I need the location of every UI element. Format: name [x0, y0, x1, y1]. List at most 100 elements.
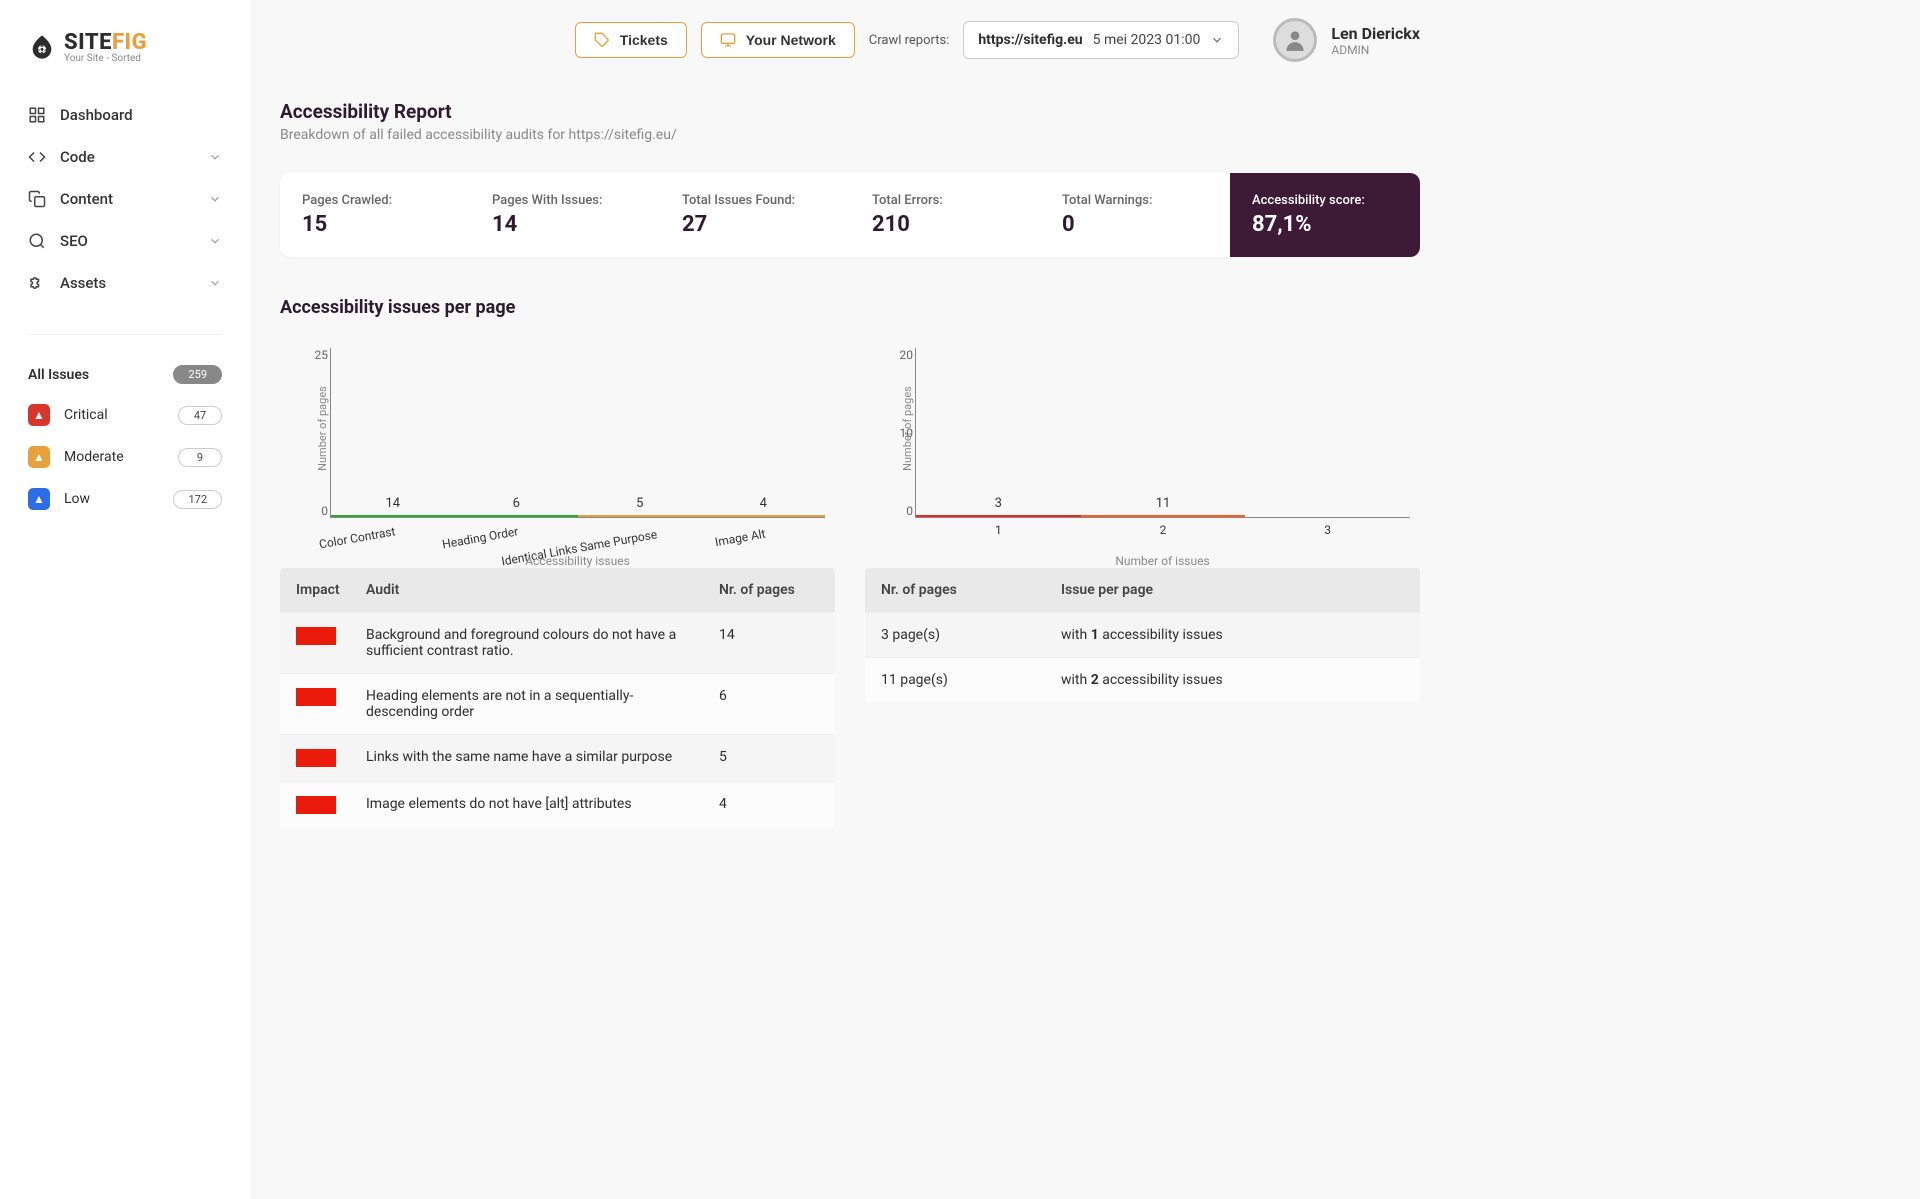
table-row[interactable]: Background and foreground colours do not…	[280, 612, 835, 673]
triangle-alert-icon: ▲	[28, 446, 50, 468]
logo-text-fig: FIG	[112, 30, 147, 55]
issues-critical-count: 47	[178, 406, 222, 425]
bar-value: 4	[760, 496, 767, 511]
table-row[interactable]: Heading elements are not in a sequential…	[280, 673, 835, 734]
crawl-reports-label: Crawl reports:	[869, 33, 950, 48]
puzzle-icon	[28, 274, 46, 292]
separator	[28, 334, 222, 335]
chart-area: 14Color Contrast 6Heading Order 5Identic…	[330, 348, 825, 518]
main: Tickets Your Network Crawl reports: http…	[250, 0, 1450, 1199]
bar-category: Image Alt	[713, 527, 766, 550]
nav-assets[interactable]: Assets	[0, 262, 250, 304]
stat-pages-with-issues: Pages With Issues: 14	[470, 173, 660, 257]
chevron-down-icon	[208, 234, 222, 248]
table-row[interactable]: Image elements do not have [alt] attribu…	[280, 781, 835, 828]
issues-all-count: 259	[173, 365, 222, 384]
chart-bar	[702, 515, 826, 517]
chevron-down-icon	[208, 192, 222, 206]
avatar	[1273, 18, 1317, 62]
chevron-down-icon	[208, 150, 222, 164]
issues-critical[interactable]: ▲ Critical 47	[20, 394, 230, 436]
stat-value: 210	[872, 212, 1018, 237]
chart-bar	[455, 515, 579, 517]
issues-all[interactable]: All Issues 259	[20, 355, 230, 394]
td-issue: with 2 accessibility issues	[1061, 672, 1404, 688]
chart-x-label: Accessibility issues	[330, 554, 825, 568]
nav-content[interactable]: Content	[0, 178, 250, 220]
stat-accessibility-score: Accessibility score: 87,1%	[1230, 173, 1420, 257]
th-pages: Nr. of pages	[881, 582, 1061, 598]
bar-value: 3	[995, 496, 1002, 511]
chart-bar	[331, 515, 455, 517]
td-pages: 6	[719, 688, 819, 704]
impact-indicator	[296, 688, 336, 706]
user-icon	[1282, 27, 1308, 53]
table-row[interactable]: 11 page(s) with 2 accessibility issues	[865, 657, 1420, 702]
bar-category: 1	[995, 523, 1002, 537]
stat-value: 15	[302, 212, 448, 237]
tickets-button[interactable]: Tickets	[575, 22, 687, 58]
stat-value: 14	[492, 212, 638, 237]
bar-category: Color Contrast	[318, 524, 396, 551]
logo[interactable]: SITEFIG Your Site - Sorted	[0, 20, 250, 84]
network-button[interactable]: Your Network	[701, 22, 855, 58]
chart-tick: 0	[304, 504, 328, 518]
bar-value: 5	[636, 496, 643, 511]
issues-moderate[interactable]: ▲ Moderate 9	[20, 436, 230, 478]
bar-value: 6	[513, 496, 520, 511]
chart-bar	[578, 515, 702, 517]
tag-icon	[594, 32, 610, 48]
impact-indicator	[296, 796, 336, 814]
issues-moderate-label: Moderate	[64, 449, 178, 465]
crawl-report-select[interactable]: https://sitefig.eu 5 mei 2023 01:00	[963, 21, 1239, 59]
table-row[interactable]: Links with the same name have a similar …	[280, 734, 835, 781]
td-audit: Image elements do not have [alt] attribu…	[366, 796, 719, 812]
td-pages: 4	[719, 796, 819, 812]
td-pages: 14	[719, 627, 819, 643]
issues-all-label: All Issues	[28, 367, 173, 383]
user-menu[interactable]: Len Dierickx ADMIN	[1273, 18, 1420, 62]
chart-bar	[916, 515, 1081, 517]
stat-label: Total Warnings:	[1062, 193, 1208, 208]
bar-category: 3	[1324, 523, 1331, 537]
bar-value: 11	[1156, 496, 1171, 511]
stat-value: 0	[1062, 212, 1208, 237]
issues-low[interactable]: ▲ Low 172	[20, 478, 230, 520]
topbar: Tickets Your Network Crawl reports: http…	[280, 0, 1420, 80]
issues-list: All Issues 259 ▲ Critical 47 ▲ Moderate …	[0, 355, 250, 520]
button-label: Your Network	[746, 32, 836, 48]
td-pages: 3 page(s)	[881, 627, 1061, 643]
stat-label: Accessibility score:	[1252, 193, 1398, 208]
logo-text-site: SITE	[64, 30, 112, 55]
nav-code[interactable]: Code	[0, 136, 250, 178]
main-nav: Dashboard Code Content SEO Assets	[0, 84, 250, 314]
audit-table: Impact Audit Nr. of pages Background and…	[280, 568, 835, 828]
issues-moderate-count: 9	[178, 448, 222, 467]
issues-low-label: Low	[64, 491, 173, 507]
stat-label: Pages With Issues:	[492, 193, 638, 208]
stat-total-errors: Total Errors: 210	[850, 173, 1040, 257]
td-pages: 11 page(s)	[881, 672, 1061, 688]
chevron-down-icon	[1210, 33, 1224, 47]
td-audit: Background and foreground colours do not…	[366, 627, 719, 659]
nav-label: SEO	[60, 232, 208, 250]
chart-bar	[1081, 515, 1246, 517]
grid-icon	[28, 106, 46, 124]
td-issue: with 1 accessibility issues	[1061, 627, 1404, 643]
stat-value: 87,1%	[1252, 212, 1398, 237]
chart-issues-per-audit: Number of pages 25 0 14Color Contrast 6H…	[280, 338, 835, 828]
nav-dashboard[interactable]: Dashboard	[0, 94, 250, 136]
nav-seo[interactable]: SEO	[0, 220, 250, 262]
td-audit: Heading elements are not in a sequential…	[366, 688, 719, 720]
th-issue: Issue per page	[1061, 582, 1404, 598]
pages-table: Nr. of pages Issue per page 3 page(s) wi…	[865, 568, 1420, 702]
th-impact: Impact	[296, 582, 366, 598]
logo-subtitle: Your Site - Sorted	[64, 53, 147, 64]
table-row[interactable]: 3 page(s) with 1 accessibility issues	[865, 612, 1420, 657]
stat-value: 27	[682, 212, 828, 237]
triangle-alert-icon: ▲	[28, 488, 50, 510]
button-label: Tickets	[620, 32, 668, 48]
nav-label: Code	[60, 148, 208, 166]
th-pages: Nr. of pages	[719, 582, 819, 598]
chart-x-label: Number of issues	[915, 554, 1410, 568]
